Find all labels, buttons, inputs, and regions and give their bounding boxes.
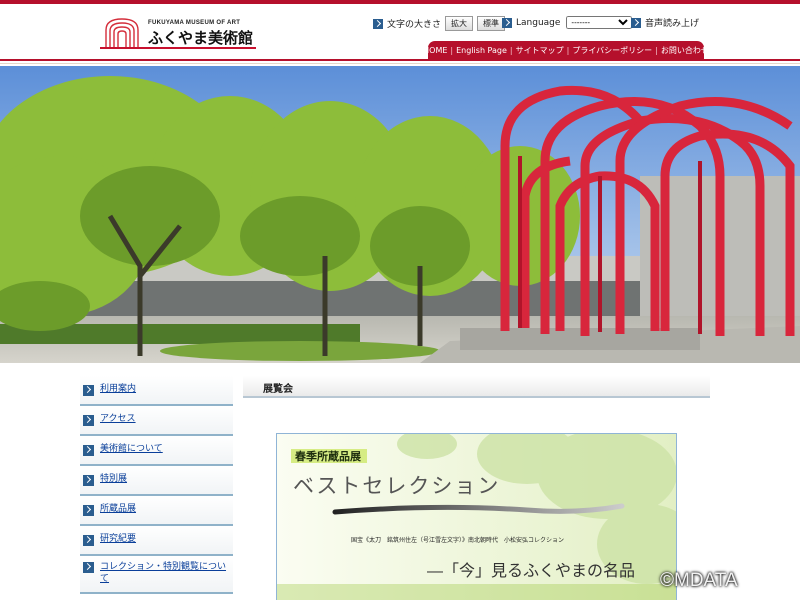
museum-photo — [0, 66, 800, 363]
voice-readout-link[interactable]: 音声読み上げ — [631, 16, 699, 29]
arrow-icon — [83, 504, 94, 516]
arrow-icon — [83, 474, 94, 486]
sidebar-item-research-bulletin[interactable]: 研究紀要 — [80, 526, 233, 556]
sidebar-item-label: 利用案内 — [100, 384, 137, 395]
nav-underline — [0, 59, 800, 61]
font-standard-button[interactable]: 標準 — [477, 16, 506, 31]
banner-caption: 国宝《太刀 銘筑州住左（号江雪左文字）》南北朝時代 小松安弘コレクション — [351, 537, 565, 544]
museum-logo[interactable]: FUKUYAMA MUSEUM OF ART ふくやま美術館 — [100, 14, 260, 52]
arrow-icon — [83, 444, 94, 456]
sidebar-item-label: 所蔵品展 — [100, 504, 137, 515]
arrow-icon — [502, 17, 512, 28]
arrow-icon — [373, 18, 383, 29]
logo-subtitle: FUKUYAMA MUSEUM OF ART — [148, 20, 241, 26]
top-accent-bar — [0, 0, 800, 4]
language-select[interactable]: ------- — [566, 16, 633, 29]
banner-tagline: ―「今」見るふくやまの名品 — [427, 561, 636, 580]
hero-image — [0, 66, 800, 363]
sidebar-item-label: アクセス — [100, 414, 136, 425]
sidebar-item-collection-exhibition[interactable]: 所蔵品展 — [80, 496, 233, 526]
logo-title: ふくやま美術館 — [148, 29, 254, 47]
arrow-icon — [83, 414, 94, 426]
arrow-icon — [83, 384, 94, 396]
arrow-icon — [631, 17, 641, 28]
nav-privacy[interactable]: プライバシーポリシー — [569, 45, 655, 56]
banner-kicker: 春季所蔵品展 — [295, 450, 361, 463]
voice-label: 音声読み上げ — [645, 19, 700, 29]
hero-top-border — [0, 63, 800, 64]
sidebar-item-about[interactable]: 美術館について — [80, 436, 233, 466]
exhibition-banner[interactable]: 春季所蔵品展 ベストセレクション 国宝《太刀 銘筑州住左（号江雪左文字）》南北朝… — [276, 433, 677, 600]
sidebar-item-label: 特別展 — [100, 474, 128, 485]
sidebar-item-collection-viewing[interactable]: コレクション・特別観覧について — [80, 556, 233, 594]
language-control: Language ------- — [502, 16, 633, 29]
logo-underline — [100, 47, 256, 49]
arrow-icon — [83, 562, 94, 573]
nav-english[interactable]: English Page — [453, 46, 510, 55]
nav-sitemap[interactable]: サイトマップ — [513, 45, 567, 56]
arch-logo-icon — [105, 18, 139, 48]
global-nav: HOME | English Page | サイトマップ | プライバシーポリシ… — [423, 41, 709, 59]
watermark: ©MDATA — [660, 570, 738, 591]
nav-contact[interactable]: お問い合わせ — [658, 45, 712, 56]
arrow-icon — [83, 534, 94, 546]
sidebar-item-access[interactable]: アクセス — [80, 406, 233, 436]
font-enlarge-button[interactable]: 拡大 — [445, 16, 474, 31]
banner-title: ベストセレクション — [293, 474, 501, 498]
font-size-control: 文字の大きさ 拡大 標準 — [373, 16, 506, 31]
sidebar-item-label: コレクション・特別観覧について — [100, 562, 227, 584]
sidebar-item-special-exhibition[interactable]: 特別展 — [80, 466, 233, 496]
sidebar-item-label: 研究紀要 — [100, 534, 137, 545]
sidebar-item-guide[interactable]: 利用案内 — [80, 376, 233, 406]
language-label: Language — [516, 17, 561, 28]
sidebar-nav: 利用案内 アクセス 美術館について 特別展 所蔵品展 研究紀要 コレクション・特… — [80, 376, 233, 594]
font-size-label: 文字の大きさ — [387, 20, 442, 30]
nav-home[interactable]: HOME — [420, 46, 450, 55]
section-heading-text: 展覧会 — [263, 384, 293, 395]
sidebar-item-label: 美術館について — [100, 444, 163, 455]
section-heading: 展覧会 — [243, 376, 710, 398]
